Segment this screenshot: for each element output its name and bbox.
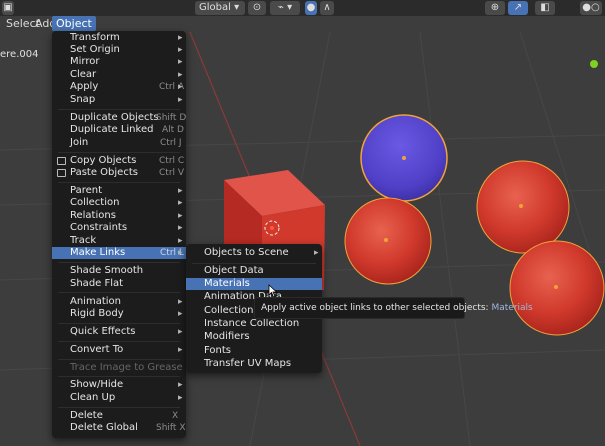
- menu-item-snap[interactable]: Snap ▸: [52, 94, 186, 106]
- menu-item-clean-up[interactable]: Clean Up ▸: [52, 392, 186, 404]
- submenu-item-object-data[interactable]: Object Data: [186, 265, 322, 277]
- menu-item-transform[interactable]: Transform ▸: [52, 32, 186, 44]
- sphere-red[interactable]: [476, 160, 570, 254]
- menu-item-track[interactable]: Track ▸: [52, 235, 186, 247]
- menu-item-trace-image: Trace Image to Grease Pencil: [70, 362, 216, 373]
- submenu-item-modifiers[interactable]: Modifiers: [186, 331, 322, 343]
- menu-item-quick-effects[interactable]: Quick Effects ▸: [52, 326, 186, 338]
- menu-item-delete-global[interactable]: Delete Global Shift X: [52, 422, 186, 434]
- menu-item-collection[interactable]: Collection ▸: [52, 197, 186, 209]
- menu-item-copy-objects[interactable]: Copy Objects Ctrl C: [52, 155, 186, 167]
- submenu-item-fonts[interactable]: Fonts: [186, 345, 322, 357]
- menu-item-delete[interactable]: Delete X: [52, 410, 186, 422]
- snap-icon[interactable]: ⌁ ▾: [270, 1, 300, 15]
- menu-item-show-hide[interactable]: Show/Hide ▸: [52, 379, 186, 391]
- object-menu: Transform ▸ Set Origin ▸ Mirror ▸ Clear ▸ Ap…: [52, 31, 216, 438]
- menu-item-join[interactable]: Join Ctrl J: [52, 137, 186, 149]
- active-object-name: ere.004: [0, 49, 39, 60]
- menu-item-duplicate-linked[interactable]: Duplicate Linked Alt D: [52, 124, 186, 136]
- menu-item-relations[interactable]: Relations ▸: [52, 210, 186, 222]
- overlay-icon[interactable]: ◧: [535, 1, 555, 15]
- menu-item-shade-flat[interactable]: Shade Flat: [52, 278, 186, 290]
- falloff-icon[interactable]: ∧: [320, 1, 334, 15]
- menu-item-set-origin[interactable]: Set Origin ▸: [52, 44, 186, 56]
- submenu-item-objects-to-scene[interactable]: Objects to Scene ▸: [186, 247, 322, 259]
- mouse-cursor-icon: [268, 284, 278, 298]
- orientation-label: Global: [199, 2, 231, 13]
- editor-type-icon[interactable]: ▣: [2, 1, 14, 15]
- submenu-item-instance-collection[interactable]: Instance Collection: [186, 318, 322, 330]
- menu-item-convert-to[interactable]: Convert To ▸: [52, 344, 186, 356]
- menu-item-shade-smooth[interactable]: Shade Smooth: [52, 265, 186, 277]
- submenu-item-materials[interactable]: Materials: [186, 278, 322, 290]
- gizmo-icon[interactable]: ⊕: [485, 1, 505, 15]
- menu-item-duplicate-objects[interactable]: Duplicate Objects Shift D: [52, 112, 186, 124]
- viewport-gizmo-toggle-icon[interactable]: ↗: [508, 1, 528, 15]
- orientation-dropdown[interactable]: Global ▾: [195, 1, 245, 15]
- menu-item-paste-objects[interactable]: Paste Objects Ctrl V: [52, 167, 186, 179]
- paste-icon: [57, 169, 66, 177]
- submenu-item-transfer-uv-maps[interactable]: Transfer UV Maps: [186, 358, 322, 370]
- menu-item-apply[interactable]: Apply Ctrl A ▸: [52, 81, 186, 93]
- light-indicator-icon: [590, 60, 598, 68]
- shading-solid-icon[interactable]: ●○: [580, 1, 602, 15]
- menu-item-make-links[interactable]: Make Links Ctrl L ▸: [52, 247, 186, 259]
- menu-object[interactable]: Object: [52, 16, 96, 31]
- tooltip: Apply active object links to other selec…: [254, 297, 533, 319]
- sphere-red[interactable]: [344, 197, 432, 285]
- tooltip-value: Materials: [491, 303, 533, 313]
- copy-icon: [57, 157, 66, 165]
- menu-item-clear[interactable]: Clear ▸: [52, 69, 186, 81]
- menu-item-parent[interactable]: Parent ▸: [52, 185, 186, 197]
- proportional-edit-icon[interactable]: ●: [305, 1, 317, 15]
- menu-item-rigid-body[interactable]: Rigid Body ▸: [52, 308, 186, 320]
- menu-item-animation[interactable]: Animation ▸: [52, 296, 186, 308]
- menu-item-constraints[interactable]: Constraints ▸: [52, 222, 186, 234]
- tooltip-text: Apply active object links to other selec…: [261, 303, 489, 313]
- pivot-icon[interactable]: ⊙: [248, 1, 266, 15]
- menu-item-mirror[interactable]: Mirror ▸: [52, 56, 186, 68]
